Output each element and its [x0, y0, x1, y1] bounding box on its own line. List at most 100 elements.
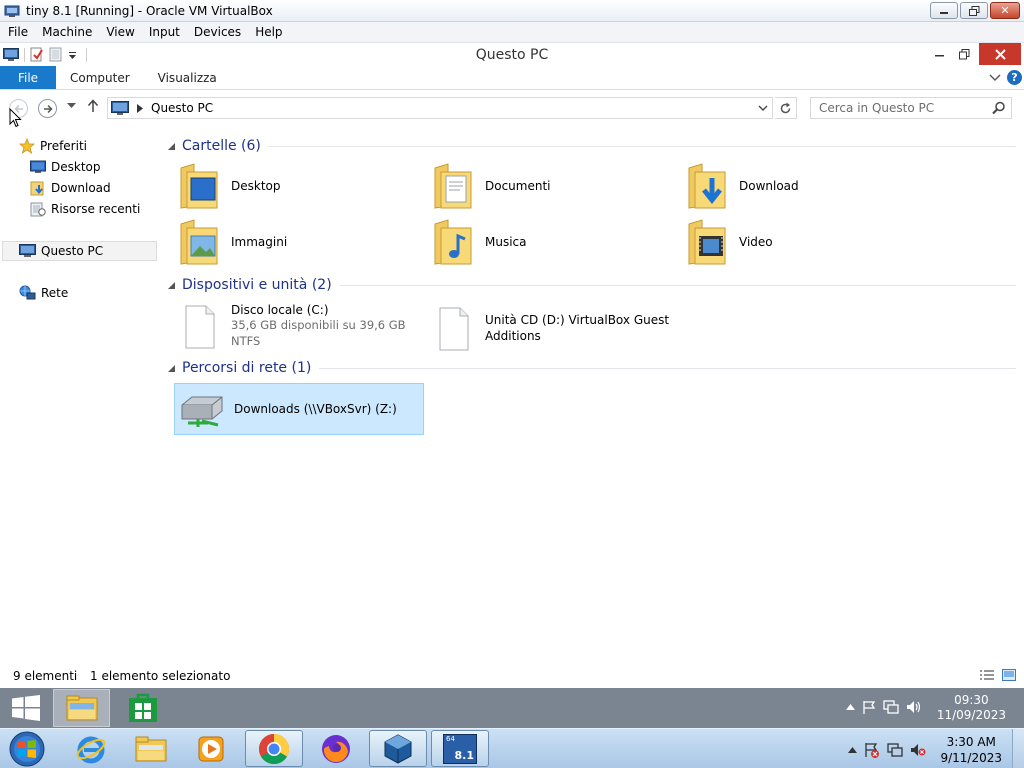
breadcrumb-chevron-icon[interactable] — [137, 103, 143, 113]
group-header-network[interactable]: Percorsi di rete (1) — [168, 359, 1016, 377]
refresh-button[interactable] — [775, 97, 797, 119]
nav-item-network[interactable]: Rete — [19, 283, 68, 303]
minimize-icon — [940, 11, 948, 14]
group-divider — [268, 145, 1016, 147]
network-tray-icon[interactable] — [883, 700, 899, 714]
host-system-tray — [848, 742, 926, 758]
host-start-button[interactable] — [2, 730, 52, 767]
show-desktop-button[interactable] — [1012, 729, 1024, 768]
folder-tile-videos[interactable]: Video — [686, 217, 926, 267]
explorer-close-button[interactable] — [979, 43, 1021, 65]
host-taskbar-firefox-button[interactable] — [307, 730, 365, 767]
host-clock[interactable]: 3:30 AM 9/11/2023 — [940, 734, 1002, 766]
search-icon[interactable] — [992, 101, 1006, 115]
nav-item-label: Risorse recenti — [51, 202, 141, 216]
address-dropdown-chevron-icon[interactable] — [758, 101, 768, 115]
guest-taskbar-explorer-button[interactable] — [53, 689, 110, 727]
search-input[interactable] — [811, 101, 986, 115]
flag-icon[interactable] — [862, 700, 876, 714]
folder-tile-desktop[interactable]: Desktop — [178, 161, 418, 211]
recent-locations-chevron-icon[interactable] — [67, 103, 76, 109]
host-taskbar-chrome-button[interactable] — [245, 730, 303, 767]
menu-help[interactable]: Help — [248, 25, 289, 39]
host-taskbar-media-player-button[interactable] — [182, 730, 240, 767]
show-hidden-icons-chevron-icon[interactable] — [848, 747, 857, 753]
drive-info: Unità CD (D:) VirtualBox Guest Additions — [485, 313, 669, 343]
speaker-muted-icon[interactable] — [910, 743, 926, 757]
speaker-icon[interactable] — [906, 700, 922, 714]
nav-item-this-pc[interactable]: Questo PC — [2, 241, 157, 261]
drive-tile-local-disk[interactable]: Disco locale (C:) 35,6 GB disponibili su… — [178, 300, 428, 352]
guest-taskbar-store-button[interactable] — [120, 689, 166, 727]
vbox-close-button[interactable]: ✕ — [990, 2, 1020, 19]
vbox-restore-button[interactable] — [960, 2, 988, 19]
help-icon[interactable]: ? — [1007, 70, 1022, 85]
this-pc-icon[interactable] — [3, 47, 19, 62]
group-header-folders[interactable]: Cartelle (6) — [168, 137, 1016, 155]
search-box[interactable] — [810, 97, 1012, 119]
host-taskbar-vm-window-button[interactable]: 64 8.1 — [431, 730, 489, 767]
store-icon — [129, 693, 157, 722]
menu-view[interactable]: View — [99, 25, 141, 39]
network-drive-tile-downloads[interactable]: Downloads (\\VBoxSvr) (Z:) — [174, 383, 424, 435]
host-taskbar-virtualbox-button[interactable] — [369, 730, 427, 767]
tile-name: Desktop — [231, 179, 281, 193]
virtualbox-icon — [384, 733, 412, 764]
nav-item-recent-places[interactable]: Risorse recenti — [30, 199, 140, 219]
drive-tile-cd[interactable]: Unità CD (D:) VirtualBox Guest Additions — [432, 302, 692, 354]
nav-item-desktop[interactable]: Desktop — [30, 157, 101, 177]
action-center-flag-icon[interactable] — [864, 742, 880, 758]
forward-button[interactable] — [38, 99, 57, 118]
explorer-restore-button[interactable] — [950, 43, 978, 65]
tile-name: Musica — [485, 235, 527, 249]
drive-info: Disco locale (C:) 35,6 GB disponibili su… — [231, 303, 406, 349]
guest-clock-time: 09:30 — [954, 693, 989, 707]
new-folder-icon[interactable] — [49, 47, 63, 62]
guest-start-button[interactable] — [6, 689, 46, 727]
status-item-count: 9 elementi — [13, 668, 78, 683]
restore-icon — [968, 5, 979, 16]
show-hidden-icons-chevron-icon[interactable] — [846, 704, 855, 710]
menu-file[interactable]: File — [0, 25, 35, 39]
large-icons-view-icon[interactable] — [1002, 669, 1016, 681]
group-header-label: Cartelle (6) — [182, 138, 261, 154]
tile-name: Documenti — [485, 179, 551, 193]
tile-name: Download — [739, 179, 799, 193]
pictures-folder-icon — [180, 219, 218, 265]
address-bar[interactable]: Questo PC — [107, 97, 773, 119]
collapse-triangle-icon — [168, 142, 175, 150]
host-taskbar-ie-button[interactable] — [62, 730, 120, 767]
guest-clock[interactable]: 09:30 11/09/2023 — [937, 693, 1006, 723]
expand-ribbon-chevron-icon[interactable] — [989, 73, 1001, 83]
menu-machine[interactable]: Machine — [35, 25, 99, 39]
qat-separator — [24, 47, 25, 62]
status-selected-count: 1 elemento selezionato — [90, 668, 231, 683]
details-view-icon[interactable] — [979, 669, 995, 681]
menu-input[interactable]: Input — [142, 25, 187, 39]
host-clock-date: 9/11/2023 — [940, 751, 1002, 765]
tab-file[interactable]: File — [0, 66, 56, 89]
vbox-minimize-button[interactable] — [930, 2, 958, 19]
menu-devices[interactable]: Devices — [187, 25, 248, 39]
folder-tile-download[interactable]: Download — [686, 161, 926, 211]
firefox-icon — [322, 734, 350, 763]
download-folder-icon — [688, 163, 726, 209]
explorer-titlebar: Questo PC — [0, 43, 1024, 66]
folder-tile-documents[interactable]: Documenti — [432, 161, 672, 211]
properties-icon[interactable] — [30, 47, 44, 62]
up-arrow-icon[interactable] — [87, 99, 99, 113]
host-taskbar-explorer-button[interactable] — [122, 730, 180, 767]
folder-tile-music[interactable]: Musica — [432, 217, 672, 267]
group-header-devices[interactable]: Dispositivi e unità (2) — [168, 276, 1016, 294]
nav-favorites[interactable]: Preferiti — [19, 136, 87, 156]
network-tray-icon[interactable] — [887, 743, 903, 757]
guest-clock-date: 11/09/2023 — [936, 708, 1006, 722]
nav-item-label: Desktop — [51, 160, 101, 174]
folder-tile-pictures[interactable]: Immagini — [178, 217, 418, 267]
qat-dropdown-icon[interactable] — [68, 50, 77, 60]
nav-item-download[interactable]: Download — [30, 178, 111, 198]
collapse-triangle-icon — [168, 364, 175, 372]
tab-computer[interactable]: Computer — [56, 66, 144, 89]
breadcrumb-this-pc[interactable]: Questo PC — [151, 101, 213, 115]
tab-visualizza[interactable]: Visualizza — [144, 66, 231, 89]
